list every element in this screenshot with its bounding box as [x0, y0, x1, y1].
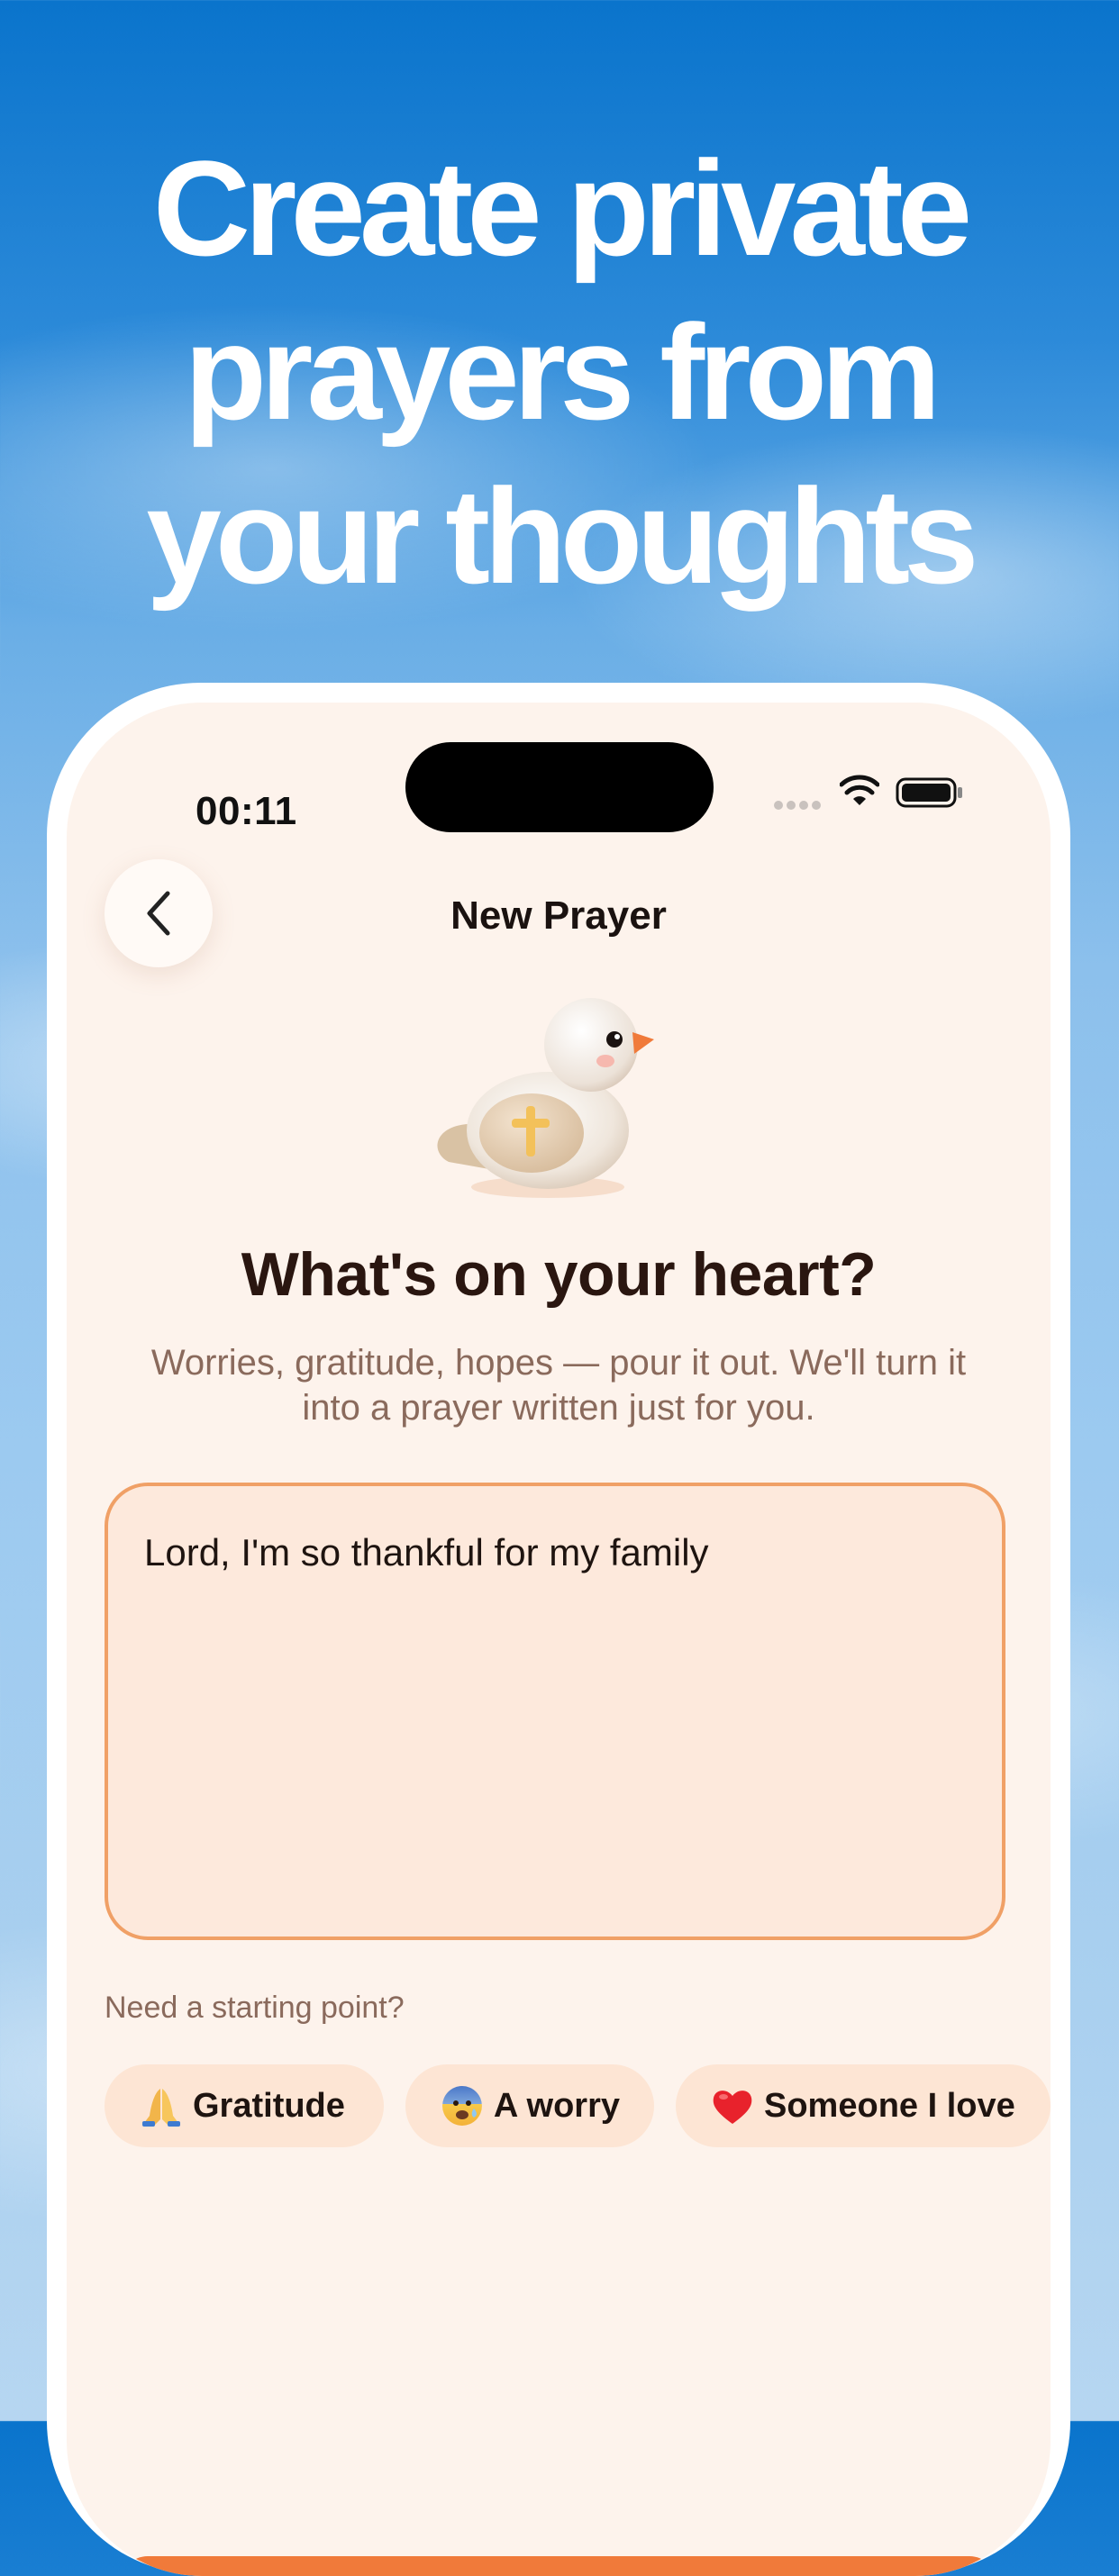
chip-someone-i-love[interactable]: Someone I love: [676, 2064, 1051, 2147]
chip-someone-i-love-label: Someone I love: [764, 2086, 1015, 2125]
create-prayer-button[interactable]: [121, 2556, 996, 2576]
wifi-icon: [840, 775, 879, 805]
prayer-text-input[interactable]: Lord, I'm so thankful for my family: [105, 1483, 1005, 1940]
status-time: 00:11: [196, 789, 297, 833]
suggestions-hint: Need a starting point?: [105, 1991, 405, 2025]
app-screen: 00:11 New Prayer What's on your heart? W…: [67, 703, 1051, 2576]
chip-worry[interactable]: A worry: [405, 2064, 654, 2147]
headline-line-1: Create private: [152, 132, 973, 284]
dove-mascot-icon: [437, 998, 654, 1198]
nav-title: New Prayer: [450, 893, 667, 938]
headline-line-3: your thoughts: [146, 460, 978, 612]
headline: Create private prayers from your thought…: [0, 126, 1119, 618]
dynamic-island: [405, 742, 714, 832]
red-heart-emoji-icon: [713, 2091, 752, 2124]
praying-hands-emoji-icon: [142, 2089, 180, 2127]
prompt-question: What's on your heart?: [241, 1240, 877, 1309]
phone-frame: 00:11 New Prayer What's on your heart? W…: [47, 683, 1070, 2576]
chip-gratitude-label: Gratitude: [193, 2086, 345, 2125]
battery-icon: [896, 777, 962, 808]
chip-gratitude[interactable]: Gratitude: [105, 2064, 384, 2147]
chip-worry-label: A worry: [493, 2086, 620, 2125]
headline-line-2: prayers from: [184, 296, 941, 448]
cellular-signal-icon: [774, 801, 821, 810]
prompt-subtitle: Worries, gratitude, hopes — pour it out.…: [150, 1343, 967, 1428]
anxious-face-emoji-icon: [441, 2086, 482, 2126]
